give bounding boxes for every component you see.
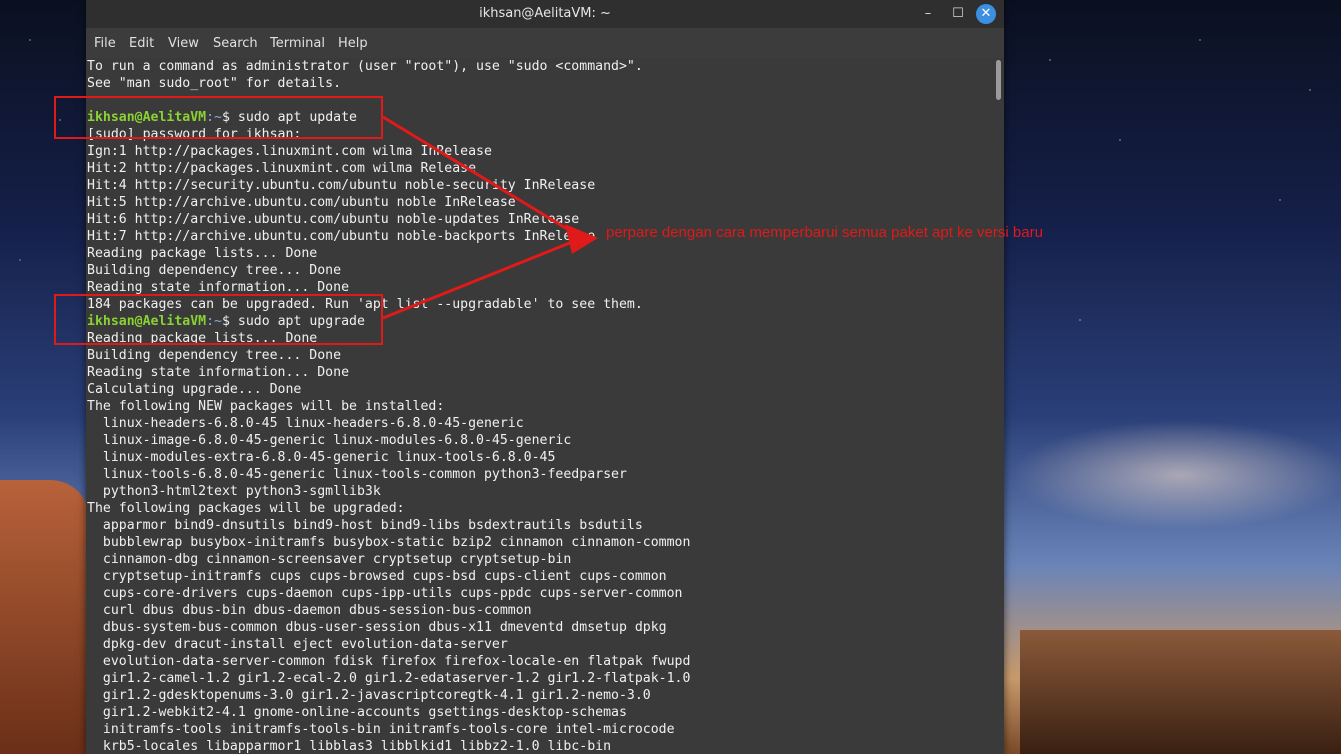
arrow-line-update [382, 115, 583, 240]
annotation-arrows [382, 115, 598, 320]
arrow-head-icon [565, 224, 598, 254]
annotation-text: perpare dengan cara memperbarui semua pa… [606, 224, 1043, 241]
arrow-line-upgrade [382, 236, 583, 320]
